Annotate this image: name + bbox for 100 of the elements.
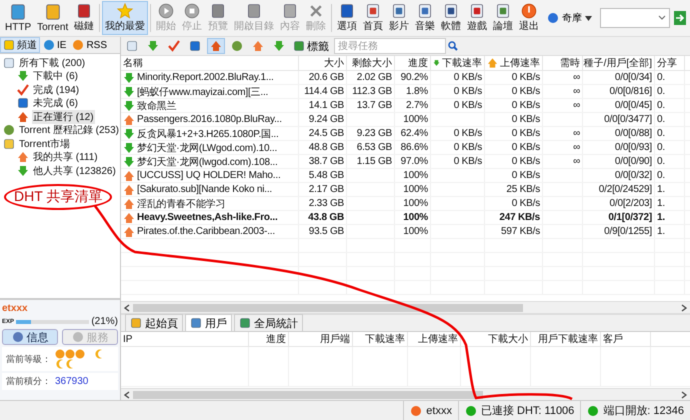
task-tool-button[interactable] xyxy=(165,38,183,54)
tree-item[interactable]: 我的共享 (111) xyxy=(32,150,99,164)
scrollbar-thumb[interactable] xyxy=(133,304,523,312)
table-cell: 25 KB/s xyxy=(485,183,543,196)
table-cell: 2.02 GB xyxy=(347,71,395,84)
detail-tab[interactable]: 用戶 xyxy=(185,314,232,331)
up-arrow-icon xyxy=(123,114,135,126)
port-status: 端口開放: 12346 xyxy=(603,404,684,418)
table-cell: 100% xyxy=(395,225,431,238)
table-cell: 0 KB/s xyxy=(431,141,485,154)
column-header[interactable]: 用戶下載速率 xyxy=(531,332,601,346)
scrollbar-thumb[interactable] xyxy=(133,390,483,398)
sidebar-tab[interactable]: RSS xyxy=(69,37,110,53)
column-header[interactable]: 進度 xyxy=(395,56,431,70)
column-header[interactable]: 名稱 xyxy=(121,56,299,70)
toolbar-button[interactable]: HTTP xyxy=(2,1,34,35)
tree-item[interactable]: Torrent 歷程記錄 (253) xyxy=(18,123,120,138)
dht-status: 已連接 DHT: 11006 xyxy=(480,404,574,418)
up-arrow-icon xyxy=(123,212,135,224)
toolbar-button[interactable]: 首頁 xyxy=(360,1,386,35)
table-cell: 100% xyxy=(395,211,431,224)
tree-item[interactable]: 他人共享 (123826) xyxy=(32,164,117,178)
tree-item[interactable]: 完成 (194) xyxy=(32,82,80,97)
task-tool-button[interactable] xyxy=(207,38,225,54)
sidebar-tab[interactable]: 頻道 xyxy=(0,37,40,53)
table-cell: 0 KB/s xyxy=(485,113,543,126)
toolbar-button[interactable]: 影片 xyxy=(386,1,412,35)
sidebar-tab[interactable]: IE xyxy=(40,37,70,53)
column-header[interactable]: 下載速率 xyxy=(431,56,485,70)
toolbar-button[interactable]: Torrent xyxy=(34,1,72,35)
search-icon xyxy=(448,41,458,51)
toolbar-button[interactable]: 退出 xyxy=(516,1,542,35)
rank-label: 當前等級： xyxy=(6,352,51,366)
points-label: 當前積分： xyxy=(6,375,51,388)
user-tab[interactable]: 信息 xyxy=(2,329,58,345)
column-header[interactable]: 客戶 xyxy=(601,332,651,346)
table-cell: 1. xyxy=(655,225,685,238)
check-icon xyxy=(168,40,180,52)
table-cell: 9.24 GB xyxy=(299,113,347,126)
table-cell: ∞ xyxy=(543,71,583,84)
table-cell: 0 KB/s xyxy=(485,99,543,112)
column-header[interactable]: 上傳速率 xyxy=(408,332,461,346)
scroll-right-icon[interactable] xyxy=(681,304,687,312)
table-cell: 13.7 GB xyxy=(347,99,395,112)
table-cell: 6.53 GB xyxy=(347,141,395,154)
toolbar-button[interactable]: 選項 xyxy=(334,1,360,35)
column-header[interactable]: 大小 xyxy=(299,56,347,70)
exp-percent: (21%) xyxy=(91,316,118,327)
tree-item[interactable]: 正在運行 (12) xyxy=(32,110,95,124)
table-cell: 38.7 GB xyxy=(299,155,347,168)
tree-item[interactable]: Torrent市場 xyxy=(18,136,72,151)
column-header[interactable]: 種子/用戶[全部] xyxy=(583,56,655,70)
toolbar-button[interactable]: 我的最愛 xyxy=(102,1,148,35)
table-cell: 247 KB/s xyxy=(485,211,543,224)
column-header[interactable]: 用戶端 xyxy=(289,332,353,346)
search-field[interactable]: 搜尋任務 xyxy=(334,38,446,54)
table-cell: 0/0[0/90] xyxy=(583,155,655,168)
scroll-right-icon[interactable] xyxy=(681,390,687,398)
table-cell: ∞ xyxy=(543,127,583,140)
toolbar-button[interactable]: 論壇 xyxy=(490,1,516,35)
tag-button[interactable]: 標籤 xyxy=(291,38,331,54)
up-arrow-icon xyxy=(210,40,222,52)
table-cell: 0. xyxy=(655,127,685,140)
toolbar-button[interactable]: 遊戲 xyxy=(464,1,490,35)
column-header[interactable]: 剩餘大小 xyxy=(347,56,395,70)
search-combo-field[interactable] xyxy=(600,8,670,28)
play-icon xyxy=(157,3,176,19)
column-header[interactable]: 上傳速率 xyxy=(485,56,543,70)
table-cell: 0 KB/s xyxy=(431,99,485,112)
toolbar-button[interactable]: 軟體 xyxy=(438,1,464,35)
points-value: 367930 xyxy=(55,376,88,387)
table-cell: 43.8 GB xyxy=(299,211,347,224)
column-header[interactable]: 需時 xyxy=(543,56,583,70)
tree-item[interactable]: 所有下載 (200) xyxy=(18,56,86,70)
table-cell: 0 KB/s xyxy=(431,71,485,84)
toolbar-button[interactable]: 磁鏈 xyxy=(71,1,98,35)
detail-tab[interactable]: 起始頁 xyxy=(125,314,183,331)
table-cell: 62.4% xyxy=(395,127,431,140)
up-arrow-icon xyxy=(487,57,498,69)
table-cell: 0. xyxy=(655,113,685,126)
column-header[interactable]: 進度 xyxy=(249,332,289,346)
toolbar-button[interactable]: 音樂 xyxy=(412,1,438,35)
tree-item[interactable]: 未完成 (6) xyxy=(32,96,79,110)
detail-tab[interactable]: 全局統計 xyxy=(234,314,303,331)
table-cell: 0/0[0/32] xyxy=(583,169,655,182)
column-header[interactable]: 分享 xyxy=(655,56,685,70)
scroll-left-icon[interactable] xyxy=(124,304,130,312)
task-name: Pirates.of.the.Caribbean.2003-... xyxy=(121,225,299,238)
column-header[interactable]: IP xyxy=(121,332,249,346)
scroll-left-icon[interactable] xyxy=(124,390,130,398)
column-header[interactable]: 下載速率 xyxy=(353,332,408,346)
task-name: Passengers.2016.1080p.BluRay... xyxy=(121,113,299,126)
go-arrow-icon[interactable] xyxy=(674,11,686,25)
up-arrow-icon xyxy=(123,198,135,210)
page-icon xyxy=(3,56,15,69)
table-cell: 0 KB/s xyxy=(431,155,485,168)
tree-item[interactable]: 下載中 (6) xyxy=(32,69,79,84)
column-header[interactable]: 下載大小 xyxy=(461,332,531,346)
search-engine-dropdown[interactable]: 奇摩 xyxy=(547,11,592,25)
table-cell: 0. xyxy=(655,169,685,182)
